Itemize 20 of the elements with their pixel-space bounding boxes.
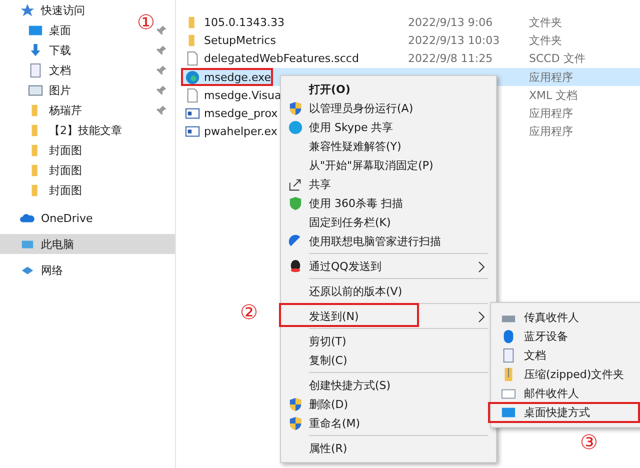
file-type: SCCD 文件 [529,52,586,66]
file-name: msedge.exe [204,70,271,84]
file-name: msedge_prox [204,107,278,120]
file-name: msedge.Visua [204,88,282,102]
file-name: pwahelper.ex [204,125,278,138]
step-number: ① [137,12,155,32]
file-type: 应用程序 [529,125,573,138]
file-type: 文件夹 [529,34,562,47]
file-date: 2022/9/8 11:25 [408,52,493,66]
file-type: 应用程序 [529,70,573,84]
file-date: 2022/9/13 10:03 [408,34,500,47]
file-date: 2022/9/13 9:06 [408,16,493,29]
file-name: SetupMetrics [204,34,276,47]
file-name: 105.0.1343.33 [204,16,284,29]
file-name: delegatedWebFeatures.sccd [204,52,359,66]
file-type: 文件夹 [529,16,562,29]
file-type: XML 文档 [529,88,578,102]
file-type: 应用程序 [529,107,573,120]
step-number: ③ [580,432,598,452]
step-number: ② [240,302,258,322]
